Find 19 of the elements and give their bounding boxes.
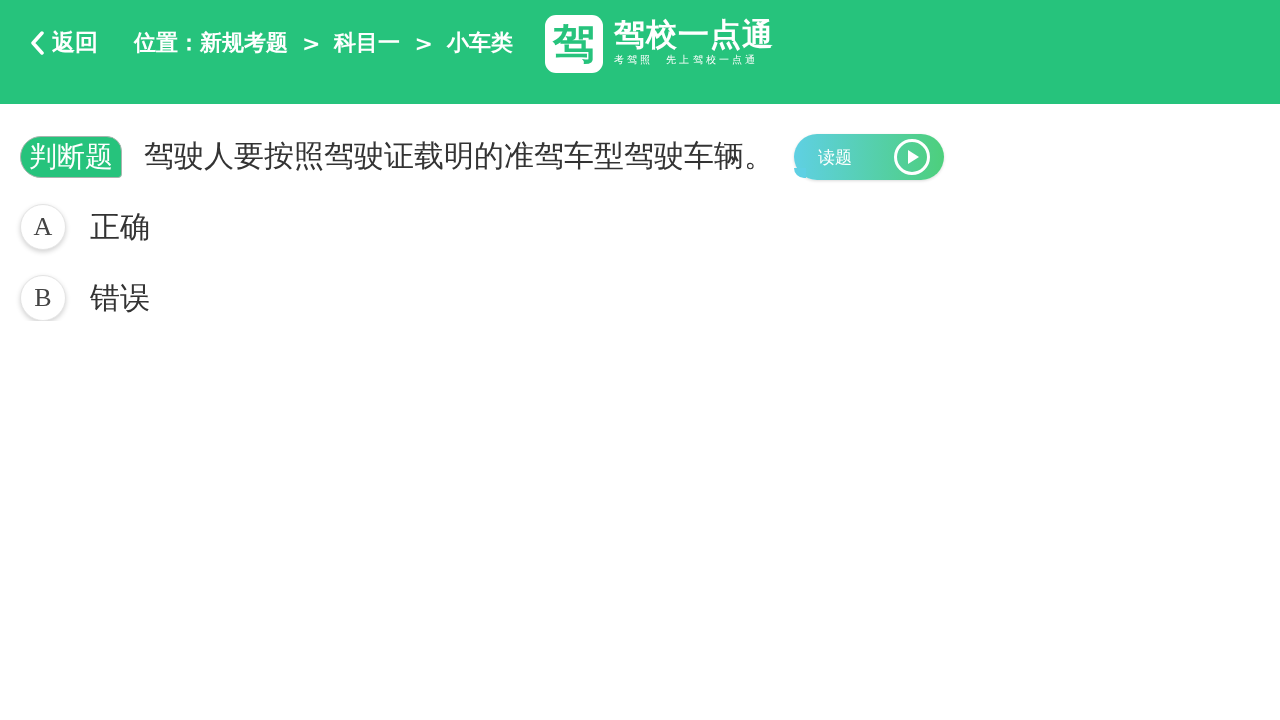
breadcrumb-separator: > [302, 30, 321, 56]
chevron-left-icon [30, 30, 44, 55]
logo-tagline: 考驾照 先上驾校一点通 [613, 53, 760, 67]
play-icon [894, 139, 930, 175]
option-letter[interactable]: A [20, 204, 66, 250]
question-type-tag: 判断题 [20, 136, 122, 178]
back-button[interactable]: 返回 [30, 27, 98, 58]
question-text: 驾驶人要按照驾驶证载明的准驾车型驾驶车辆。 [144, 138, 774, 175]
option-letter[interactable]: B [20, 275, 66, 321]
breadcrumb-link[interactable]: 科目一 [334, 28, 401, 58]
logo-title: 驾校一点通 [613, 15, 774, 53]
breadcrumb-link[interactable]: 小车类 [446, 28, 513, 58]
breadcrumb-label: 位置： [134, 29, 200, 57]
option-text[interactable]: 错误 [90, 277, 150, 319]
logo-mark: 驾 [544, 15, 603, 73]
option-text[interactable]: 正确 [90, 206, 150, 248]
breadcrumb-separator: > [414, 30, 433, 56]
read-question-button[interactable]: 读题 [794, 134, 944, 180]
breadcrumb-link[interactable]: 新规考题 [200, 28, 288, 58]
